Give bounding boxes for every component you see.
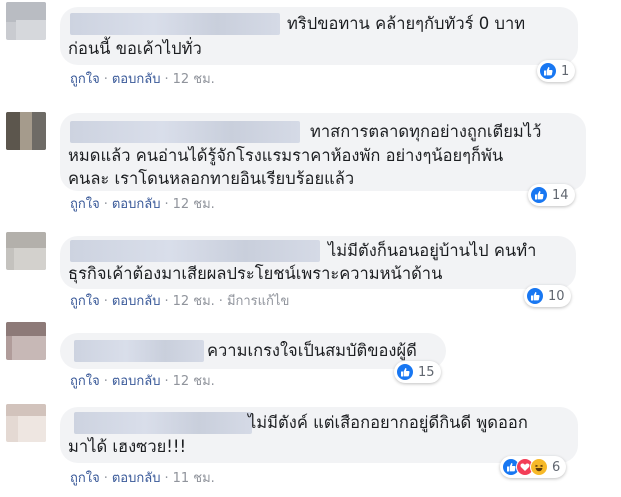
reaction-summary[interactable]: 6 [500,456,567,478]
comment-text-line: ทาสการตลาดทุกอย่างถูกเตียมไว้ [310,122,542,141]
avatar[interactable] [6,404,46,442]
comment-text-line: ธุรกิจเค้าต้องมาเสียผลประโยชน์เพราะความห… [68,264,443,283]
comment-actions: ถูกใจ · ตอบกลับ · 12 ชม. [70,197,215,212]
haha-icon [530,458,548,476]
comment-bubble: ทาสการตลาดทุกอย่างถูกเตียมไว้ หมดแล้ว คน… [60,113,586,191]
comment-actions: ถูกใจ · ตอบกลับ · 12 ชม. [70,374,215,389]
reaction-count: 15 [418,364,435,380]
commenter-name-blurred[interactable] [70,121,300,143]
reaction-count: 6 [552,459,561,475]
comment-actions: ถูกใจ · ตอบกลับ · 12 ชม. · มีการแก้ไข [70,294,290,309]
comment-text-line: ทริปขอทาน คล้ายๆกับทัวร์ 0 บาท [287,14,526,33]
like-icon [526,287,544,305]
comment-text-line: คนละ เราโดนหลอกทายอินเรียบร้อยแล้ว [68,169,355,188]
reply-link[interactable]: ตอบกลับ [112,72,161,87]
comment-timestamp[interactable]: 12 ชม. [173,294,215,309]
comment-text-line: ก่อนนี้ ขอเค้าไปทั่ว [68,39,202,58]
comment-timestamp[interactable]: 12 ชม. [173,374,215,389]
comment-timestamp[interactable]: 12 ชม. [173,197,215,212]
comment-bubble: ไม่มีตังก็นอนอยู่บ้านไป คนทำ ธุรกิจเค้าต… [60,236,576,289]
commenter-name-blurred[interactable] [74,412,252,434]
edited-link[interactable]: มีการแก้ไข [227,294,289,309]
avatar[interactable] [6,322,46,360]
reaction-summary[interactable]: 15 [394,361,441,383]
reaction-summary[interactable]: 1 [537,60,576,82]
like-icon [396,363,414,381]
comment-text-line: ไม่มีตังค์ แต่เสือกอยากอยู่ดีกินดี พูดออ… [248,413,528,432]
like-link[interactable]: ถูกใจ [70,471,100,486]
comment-timestamp[interactable]: 12 ชม. [173,72,215,87]
comment-bubble: ความเกรงใจเป็นสมบัติของผู้ดี [60,333,446,369]
reply-link[interactable]: ตอบกลับ [112,294,161,309]
avatar[interactable] [6,112,46,150]
comment-bubble: ทริปขอทาน คล้ายๆกับทัวร์ 0 บาท ก่อนนี้ ข… [60,7,578,65]
avatar[interactable] [6,232,46,270]
comment-actions: ถูกใจ · ตอบกลับ · 12 ชม. [70,72,215,87]
reply-link[interactable]: ตอบกลับ [112,471,161,486]
like-link[interactable]: ถูกใจ [70,197,100,212]
reaction-count: 14 [552,187,569,203]
like-link[interactable]: ถูกใจ [70,374,100,389]
like-link[interactable]: ถูกใจ [70,72,100,87]
avatar[interactable] [6,2,46,40]
reaction-count: 10 [548,288,565,304]
comment-bubble: ไม่มีตังค์ แต่เสือกอยากอยู่ดีกินดี พูดออ… [60,407,578,463]
commenter-name-blurred[interactable] [74,340,204,362]
comment-text-line: มาได้ เฮงซวย!!! [68,437,187,456]
comment-timestamp[interactable]: 11 ชม. [173,471,215,486]
reaction-summary[interactable]: 14 [528,184,575,206]
like-icon [530,186,548,204]
commenter-name-blurred[interactable] [70,13,280,35]
commenter-name-blurred[interactable] [70,240,320,262]
reaction-count: 1 [561,63,570,79]
like-icon [539,62,557,80]
reaction-summary[interactable]: 10 [524,285,571,307]
reply-link[interactable]: ตอบกลับ [112,197,161,212]
comment-text-line: ความเกรงใจเป็นสมบัติของผู้ดี [207,341,417,360]
comment-actions: ถูกใจ · ตอบกลับ · 11 ชม. [70,471,215,486]
like-link[interactable]: ถูกใจ [70,294,100,309]
reply-link[interactable]: ตอบกลับ [112,374,161,389]
